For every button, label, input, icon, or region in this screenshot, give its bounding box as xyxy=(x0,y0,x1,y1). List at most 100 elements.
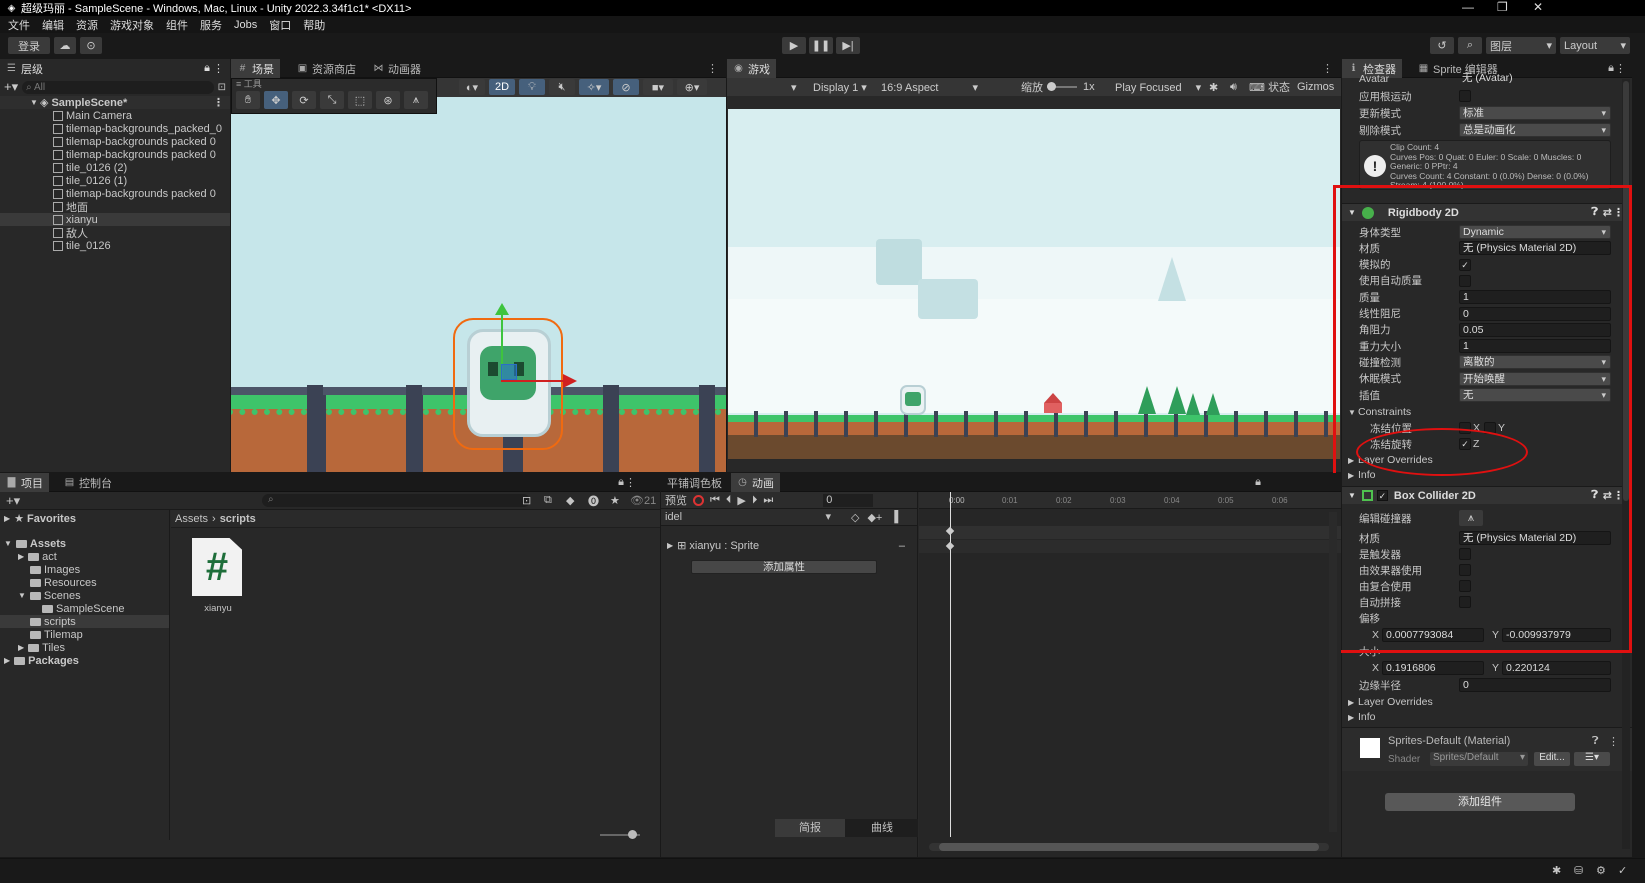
add-icon[interactable]: +▾ xyxy=(6,493,20,509)
hierarchy-search-input[interactable]: ⌕ All xyxy=(22,80,214,94)
collider-info-row[interactable]: ▶ Info xyxy=(1342,709,1632,725)
gizmo-y-arrow-icon[interactable] xyxy=(495,303,509,315)
timeline-vscrollbar[interactable] xyxy=(1329,512,1337,832)
project-search-input[interactable]: ⌕ xyxy=(262,494,530,507)
composite-checkbox[interactable] xyxy=(1459,580,1471,592)
step-button[interactable]: ▶| xyxy=(836,37,860,54)
rotate-tool-icon[interactable]: ⟳ xyxy=(292,91,316,109)
menu-help[interactable]: 帮助 xyxy=(303,17,325,33)
list-item[interactable]: tile_0126 (2) xyxy=(0,161,230,174)
layout-dropdown[interactable]: Layout ▾ xyxy=(1560,37,1630,54)
filter-icon[interactable]: ⧉ xyxy=(544,494,552,507)
aspect-dropdown[interactable]: 16:9 Aspect ▾ xyxy=(881,81,978,94)
shader-dropdown[interactable]: Sprites/Default ▾ xyxy=(1430,752,1528,766)
rb-dropdown[interactable]: 离散的 xyxy=(1459,355,1611,370)
add-component-button[interactable]: 添加组件 xyxy=(1385,793,1575,811)
zoom-slider-handle[interactable] xyxy=(628,830,637,839)
history-icon[interactable]: ↺ xyxy=(1430,37,1454,54)
curves-tab[interactable]: 曲线 xyxy=(847,819,917,837)
shading-mode-icon[interactable]: ◐▾ xyxy=(459,79,485,95)
menu-component[interactable]: 组件 xyxy=(166,17,188,33)
keyboard-icon[interactable]: ⌨ xyxy=(1249,81,1265,94)
list-item[interactable]: tile_0126 xyxy=(0,239,230,252)
favorites-row[interactable]: ▶ ★ Favorites xyxy=(0,512,169,526)
list-item[interactable]: tilemap-backgrounds_packed_0 xyxy=(0,122,230,135)
login-button[interactable]: 登录 xyxy=(8,37,50,54)
scale-slider-handle[interactable] xyxy=(1047,82,1056,91)
lock-icon[interactable]: 🔒︎ xyxy=(1255,476,1261,489)
camera-icon[interactable]: ■▾ xyxy=(643,79,673,95)
rect-tool-icon[interactable]: ⬚ xyxy=(348,91,372,109)
lock-icon[interactable]: 🔒︎ xyxy=(618,476,624,489)
last-frame-icon[interactable]: ⏭ xyxy=(763,494,773,507)
inspector-scrollbar[interactable] xyxy=(1622,79,1630,849)
menu-assets[interactable]: 资源 xyxy=(76,17,98,33)
gizmo-x-arrow-icon[interactable] xyxy=(563,374,577,388)
packages-row[interactable]: ▶ Packages xyxy=(0,654,169,667)
list-item[interactable]: 地面 xyxy=(0,200,230,214)
menu-edit[interactable]: 编辑 xyxy=(42,17,64,33)
rb-dropdown[interactable]: Dynamic xyxy=(1459,225,1611,239)
timeline-ruler[interactable]: 0:00 0:01 0:02 0:03 0:04 0:05 0:06 xyxy=(919,492,1341,509)
kebab-icon[interactable]: ⋮ xyxy=(707,62,718,75)
tab-scene[interactable]: # 场景 xyxy=(231,59,280,78)
list-item[interactable]: ▼ Scenes xyxy=(0,589,169,602)
rb-dropdown[interactable]: 开始唤醒 xyxy=(1459,371,1611,386)
speaker-icon[interactable]: 🔊︎ xyxy=(1230,81,1237,94)
scale-tool-icon[interactable]: ⤡ xyxy=(320,91,344,109)
list-item[interactable]: tilemap-backgrounds packed 0 xyxy=(0,135,230,148)
kebab-icon[interactable]: ⋮ xyxy=(213,62,224,75)
rb-dropdown[interactable]: 无 xyxy=(1459,388,1611,402)
collider-layer-overrides-row[interactable]: ▶ Layer Overrides xyxy=(1342,694,1632,710)
list-item[interactable]: Images xyxy=(0,563,169,576)
bug-icon[interactable]: ✱ xyxy=(1209,81,1218,94)
list-item[interactable]: 敌人 xyxy=(0,226,230,240)
tab-animation[interactable]: ◷ 动画 xyxy=(731,473,780,492)
update-mode-dropdown[interactable]: 标准 xyxy=(1459,106,1611,120)
add-keyframe-icon[interactable]: ◇ xyxy=(851,511,859,524)
rb-number-field[interactable]: 0 xyxy=(1459,306,1611,321)
tab-project[interactable]: ▇ 项目 xyxy=(0,473,49,492)
culling-dropdown[interactable]: 总是动画化 xyxy=(1459,123,1611,137)
rb-number-field[interactable]: 1 xyxy=(1459,339,1611,354)
minimize-icon[interactable]: — xyxy=(1462,0,1474,14)
next-frame-icon[interactable]: ⏵ xyxy=(752,494,758,507)
menu-services[interactable]: 服务 xyxy=(200,17,222,33)
breadcrumb-scripts[interactable]: scripts xyxy=(220,513,256,525)
add-event-icon[interactable]: ◆+ xyxy=(867,511,882,524)
layer-overrides-row[interactable]: ▶ Layer Overrides xyxy=(1342,452,1632,468)
auto-tiling-checkbox[interactable] xyxy=(1459,596,1471,608)
assets-row[interactable]: ▼ Assets xyxy=(0,537,169,550)
preset-icon[interactable]: ⇄ xyxy=(1603,489,1612,502)
label-icon[interactable]: ◆ xyxy=(566,494,574,507)
preset-icon[interactable]: ⇄ xyxy=(1603,206,1612,219)
close-icon[interactable]: ✕ xyxy=(1533,0,1543,14)
list-item[interactable]: scripts xyxy=(0,615,169,628)
maximize-icon[interactable]: ❐ xyxy=(1497,0,1508,14)
freeze-y-checkbox[interactable] xyxy=(1484,422,1496,434)
root-motion-checkbox[interactable] xyxy=(1459,90,1471,102)
list-item[interactable]: tile_0126 (1) xyxy=(0,174,230,187)
mode-2d-button[interactable]: 2D xyxy=(489,79,515,95)
menu-jobs[interactable]: Jobs xyxy=(234,19,257,31)
list-item[interactable]: SampleScene xyxy=(0,602,169,615)
edge-radius-field[interactable]: 0 xyxy=(1459,678,1611,692)
tab-tile-palette[interactable]: 平铺调色板 xyxy=(661,473,728,492)
box-collider-header[interactable]: ▼ ✓ Box Collider 2D ❓︎ ⇄ ⋮ xyxy=(1342,486,1632,504)
kebab-icon[interactable]: ⋮ xyxy=(1608,735,1619,748)
prev-frame-icon[interactable]: ⏴ xyxy=(726,494,732,507)
offset-y-field[interactable]: -0.009937979 xyxy=(1502,628,1611,642)
game-view-dropdown-icon[interactable]: ▾ xyxy=(791,81,797,94)
rb-checkbox[interactable] xyxy=(1459,274,1471,287)
cloud-icon[interactable]: ☁ xyxy=(54,37,76,54)
gizmos-button[interactable]: Gizmos xyxy=(1297,81,1334,93)
kebab-icon[interactable]: ⋮ xyxy=(1322,62,1333,75)
shader-list-icon[interactable]: ☰▾ xyxy=(1574,752,1610,766)
stats-button[interactable]: 状态 xyxy=(1268,79,1290,95)
gizmo-plane-handle[interactable] xyxy=(501,364,517,380)
size-y-field[interactable]: 0.220124 xyxy=(1502,661,1611,675)
play-icon[interactable]: ▶ xyxy=(737,494,745,507)
pause-button[interactable]: ❚❚ xyxy=(809,37,833,54)
effector-checkbox[interactable] xyxy=(1459,564,1471,576)
info-row[interactable]: ▶ Info xyxy=(1342,467,1632,483)
